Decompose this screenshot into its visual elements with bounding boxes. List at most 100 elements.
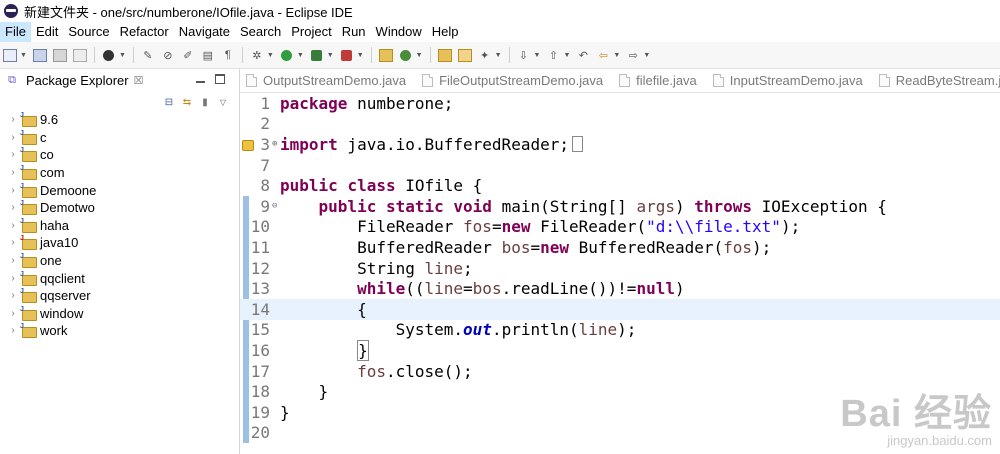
debug-dropdown-icon[interactable]: ▼: [267, 52, 274, 59]
focus-icon[interactable]: ▮: [199, 96, 211, 108]
run-dropdown-icon[interactable]: ▼: [297, 52, 304, 59]
open-type-icon[interactable]: [437, 47, 453, 63]
code-line[interactable]: 9 ⊖ public static void main(String[] args…: [240, 196, 1000, 217]
code-line[interactable]: 15 System.out.println(line);: [240, 320, 1000, 341]
back-dropdown-icon[interactable]: ▼: [613, 52, 620, 59]
block-selection-icon[interactable]: ▤: [200, 47, 216, 63]
external-tools-icon[interactable]: [339, 47, 355, 63]
menu-edit[interactable]: Edit: [31, 22, 63, 42]
code-line[interactable]: 17 fos.close();: [240, 361, 1000, 382]
skip-breakpoints-icon[interactable]: ⊘: [160, 47, 176, 63]
menu-run[interactable]: Run: [337, 22, 371, 42]
menu-navigate[interactable]: Navigate: [174, 22, 235, 42]
new-dropdown-icon[interactable]: ▼: [20, 52, 27, 59]
menu-file[interactable]: File: [0, 22, 31, 42]
tree-item[interactable]: › Jqqclient: [0, 269, 239, 287]
search-dropdown-icon[interactable]: ▼: [495, 52, 502, 59]
code-line[interactable]: 13 while((line=bos.readLine())!=null): [240, 278, 1000, 299]
save-icon[interactable]: [32, 47, 48, 63]
code-line[interactable]: 7: [240, 155, 1000, 176]
view-menu-icon[interactable]: ▽: [217, 96, 229, 108]
mark-occurrences-icon[interactable]: ✐: [180, 47, 196, 63]
previous-annotation-icon[interactable]: ⇧: [545, 47, 561, 63]
coverage-dropdown-icon[interactable]: ▼: [327, 52, 334, 59]
print-icon[interactable]: [72, 47, 88, 63]
new-java-class-icon[interactable]: [398, 47, 414, 63]
editor-tab[interactable]: InputStreamDemo.java: [707, 69, 873, 92]
current-code-line[interactable]: 14 {: [240, 299, 1000, 320]
tree-item[interactable]: › Jhaha: [0, 217, 239, 235]
perspective-dropdown-icon[interactable]: ▼: [119, 52, 126, 59]
expand-arrow-icon[interactable]: ›: [6, 308, 20, 319]
expand-arrow-icon[interactable]: ›: [6, 255, 20, 266]
code-line[interactable]: 16 }: [240, 339, 1000, 361]
minimize-icon[interactable]: [196, 81, 205, 83]
tree-item[interactable]: › J Demotwo: [0, 199, 239, 217]
forward-dropdown-icon[interactable]: ▼: [643, 52, 650, 59]
code-line[interactable]: 11 BufferedReader bos=new BufferedReader…: [240, 237, 1000, 258]
tree-item[interactable]: › Jcom: [0, 164, 239, 182]
external-tools-dropdown-icon[interactable]: ▼: [357, 52, 364, 59]
expand-fold-icon[interactable]: ⊕: [272, 139, 280, 149]
tree-item[interactable]: › Jqqserver: [0, 287, 239, 305]
expand-arrow-icon[interactable]: ›: [6, 114, 20, 125]
expand-arrow-icon[interactable]: ›: [6, 202, 20, 213]
menu-search[interactable]: Search: [235, 22, 286, 42]
close-icon[interactable]: ☒: [134, 74, 144, 87]
expand-arrow-icon[interactable]: ›: [6, 167, 20, 178]
code-line[interactable]: 3 ⊕ import java.io.BufferedReader;: [240, 134, 1000, 155]
menu-source[interactable]: Source: [63, 22, 114, 42]
folded-block-icon[interactable]: [571, 135, 583, 152]
editor-tab[interactable]: FileOutputStreamDemo.java: [416, 69, 613, 92]
editor-tab[interactable]: ReadByteStream.java: [873, 69, 1000, 92]
expand-arrow-icon[interactable]: ›: [6, 237, 20, 248]
link-with-editor-icon[interactable]: ⇆: [181, 96, 193, 108]
menu-window[interactable]: Window: [371, 22, 427, 42]
tree-item[interactable]: › Jwork: [0, 322, 239, 340]
maximize-icon[interactable]: [215, 74, 225, 84]
tree-item[interactable]: › J 9.6: [0, 111, 239, 129]
code-line[interactable]: 10 FileReader fos=new FileReader("d:\\fi…: [240, 217, 1000, 238]
editor-tab[interactable]: filefile.java: [613, 69, 707, 92]
code-line[interactable]: 8 public class IOfile {: [240, 175, 1000, 196]
menu-help[interactable]: Help: [427, 22, 464, 42]
forward-icon[interactable]: ⇨: [625, 47, 641, 63]
tree-item[interactable]: › Jco: [0, 146, 239, 164]
new-java-project-icon[interactable]: [378, 47, 394, 63]
tree-item[interactable]: › Jjava10: [0, 234, 239, 252]
run-icon[interactable]: [279, 47, 295, 63]
new-class-dropdown-icon[interactable]: ▼: [416, 52, 423, 59]
next-annotation-dropdown-icon[interactable]: ▼: [534, 52, 541, 59]
coverage-icon[interactable]: [309, 47, 325, 63]
search-icon[interactable]: ✦: [477, 47, 493, 63]
tree-item[interactable]: › Jc: [0, 129, 239, 147]
expand-arrow-icon[interactable]: ›: [6, 290, 20, 301]
open-perspective-icon[interactable]: [101, 47, 117, 63]
code-line[interactable]: 1 package numberone;: [240, 93, 1000, 114]
back-icon[interactable]: ⇦: [595, 47, 611, 63]
code-line[interactable]: 2: [240, 114, 1000, 135]
tree-item[interactable]: › Jwindow: [0, 305, 239, 323]
last-edit-location-icon[interactable]: ↶: [575, 47, 591, 63]
collapse-fold-icon[interactable]: ⊖: [272, 201, 280, 211]
code-line[interactable]: 12 String line;: [240, 258, 1000, 279]
menu-refactor[interactable]: Refactor: [115, 22, 174, 42]
expand-arrow-icon[interactable]: ›: [6, 185, 20, 196]
expand-arrow-icon[interactable]: ›: [6, 273, 20, 284]
show-whitespace-icon[interactable]: ¶: [220, 47, 236, 63]
previous-annotation-dropdown-icon[interactable]: ▼: [563, 52, 570, 59]
save-all-icon[interactable]: [52, 47, 68, 63]
collapse-all-icon[interactable]: ⊟: [163, 96, 175, 108]
expand-arrow-icon[interactable]: ›: [6, 325, 20, 336]
next-annotation-icon[interactable]: ⇩: [516, 47, 532, 63]
editor-tab[interactable]: OutputStreamDemo.java: [240, 69, 416, 92]
expand-arrow-icon[interactable]: ›: [6, 132, 20, 143]
tree-item[interactable]: › Jone: [0, 252, 239, 270]
debug-icon[interactable]: ✲: [249, 47, 265, 63]
toggle-breakpoint-icon[interactable]: ✎: [140, 47, 156, 63]
new-icon[interactable]: [2, 47, 18, 63]
tree-item[interactable]: › J Demoone: [0, 181, 239, 199]
open-task-icon[interactable]: [457, 47, 473, 63]
expand-arrow-icon[interactable]: ›: [6, 149, 20, 160]
menu-project[interactable]: Project: [286, 22, 336, 42]
